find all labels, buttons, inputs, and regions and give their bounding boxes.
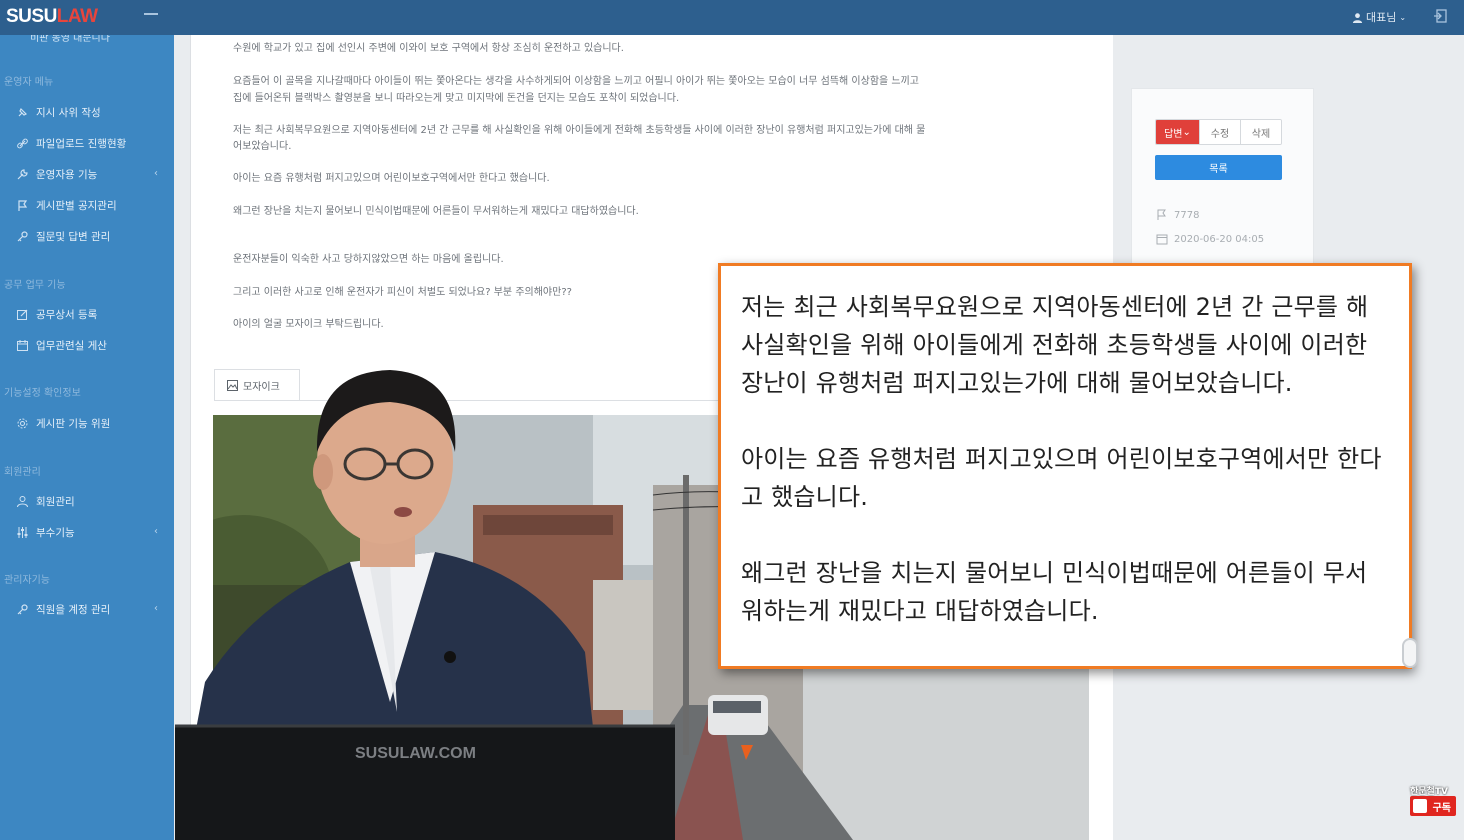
caption-callout: 저는 최근 사회복무요원으로 지역아동센터에 2년 간 근무를 해 사실확인을 … — [718, 263, 1418, 669]
wrench-icon — [16, 168, 29, 181]
post-text-line: 수원에 학교가 있고 집에 선인시 주변에 이와이 보호 구역에서 항상 조심히… — [233, 43, 624, 54]
sidebar-item-label: 게시판 기능 위원 — [36, 417, 111, 430]
sidebar-item-qna-management[interactable]: 질문및 답변 관리 — [16, 225, 166, 247]
edit-icon — [16, 308, 29, 321]
post-text-line: 그리고 이러한 사고로 인해 운전자가 피신이 처벌도 되었나요? 부분 주의해… — [233, 287, 572, 298]
gear-icon — [16, 417, 29, 430]
logo-text-law: LAW — [56, 6, 98, 27]
subscribe-badge[interactable]: 구독 — [1410, 796, 1456, 816]
sidebar-item-label: 게시판별 공지관리 — [36, 199, 117, 212]
logout-icon[interactable] — [1432, 8, 1448, 24]
answer-button-label: 답변 — [1164, 128, 1183, 140]
sidebar-item-calculation[interactable]: 업무관련실 게산 — [16, 334, 166, 356]
calendar-icon — [16, 339, 29, 352]
sidebar-section-title: 운영자 메뉴 — [4, 77, 54, 88]
sidebar-item-document-register[interactable]: 공무상서 등록 — [16, 303, 166, 325]
channel-watermark[interactable]: 한문철TV 구독 — [1404, 784, 1460, 820]
post-text-line: 요즘들어 이 골목을 지나갈때마다 아이들이 뛰는 쫓아온다는 생각을 사수하게… — [233, 76, 919, 87]
sidebar-section-title: 회원관리 — [4, 467, 41, 478]
post-text-line: 아이의 얼굴 모자이크 부탁드립니다. — [233, 319, 384, 330]
view-count: 7778 — [1156, 209, 1199, 221]
screen-root: SUSULAW 대표님 ⌄ 비판 동영 대문니다 운영자 메뉴 지시 사위 작성… — [0, 0, 1464, 840]
sidebar-item-board-notice[interactable]: 게시판별 공지관리 — [16, 194, 166, 216]
chevron-down-icon: ⌄ — [1399, 12, 1407, 22]
chevron-left-icon: ‹ — [154, 168, 158, 179]
key-icon — [16, 603, 29, 616]
sidebar-item-label: 부수기능 — [36, 526, 75, 539]
link-icon — [16, 137, 29, 150]
subscribe-label: 구독 — [1432, 802, 1451, 814]
post-action-button-group: 답변 ⌄ 수정 삭제 — [1155, 119, 1282, 145]
sidebar-item-label: 공무상서 등록 — [36, 308, 98, 321]
sidebar-item-upload-status[interactable]: 파일업로드 진행현황 — [16, 132, 166, 154]
sidebar-item-label: 운영자용 기능 — [36, 168, 98, 181]
sidebar-item-staff-accounts[interactable]: 직원을 계정 관리 ‹ — [16, 598, 166, 620]
flag-icon — [16, 199, 29, 212]
sidebar-item-operator-functions[interactable]: 운영자용 기능 ‹ — [16, 163, 166, 185]
sidebar-section-title: 기능설정 확인정보 — [4, 388, 81, 399]
chevron-left-icon: ‹ — [154, 526, 158, 537]
caption-paragraph: 아이는 요즘 유행처럼 퍼지고있으며 어린이보호구역에서만 한다고 했습니다. — [741, 445, 1382, 511]
pin-icon — [16, 106, 29, 119]
delete-button[interactable]: 삭제 — [1240, 120, 1281, 144]
post-text-line: 집에 들어온뒤 블랙박스 촬영분을 보니 따라오는게 맞고 미지막에 돈건을 던… — [233, 93, 680, 104]
sidebar-item-members[interactable]: 회원관리 — [16, 490, 166, 512]
presenter-image: SUSULAW.COM — [175, 352, 675, 840]
sidebar-item-label: 지시 사위 작성 — [36, 106, 101, 119]
post-text-line: 어보았습니다. — [233, 141, 292, 152]
post-date-value: 2020-06-20 04:05 — [1174, 233, 1265, 245]
sidebar-item-label: 회원관리 — [36, 495, 75, 508]
logo-text-susu: SUSU — [6, 6, 57, 27]
post-text-line: 운전자분들이 익숙한 사고 당하지않았으면 하는 마음에 올립니다. — [233, 254, 504, 265]
user-icon — [16, 495, 29, 508]
user-icon — [1352, 12, 1363, 23]
post-text-line: 아이는 요즘 유행처럼 퍼지고있으며 어린이보호구역에서만 한다고 했습니다. — [233, 173, 550, 184]
flag-icon — [1157, 209, 1166, 220]
sidebar-item-label: 질문및 답변 관리 — [36, 230, 111, 243]
sidebar-item-label: 업무관련실 게산 — [36, 339, 107, 352]
sidebar-item-special-functions[interactable]: 부수기능 ‹ — [16, 521, 166, 543]
site-logo[interactable]: SUSULAW — [6, 6, 98, 28]
check-icon — [1413, 799, 1427, 813]
post-text-line: 왜그런 장난을 치는지 물어보니 민식이법때문에 어른들이 무서워하는게 재밌다… — [233, 206, 639, 217]
sidebar-section-title: 관리자기능 — [4, 575, 50, 586]
user-menu[interactable]: 대표님 ⌄ — [1352, 9, 1406, 25]
top-navigation-bar: SUSULAW 대표님 ⌄ — [0, 0, 1464, 35]
sliders-icon — [16, 526, 29, 539]
left-sidebar: 비판 동영 대문니다 운영자 메뉴 지시 사위 작성 파일업로드 진행현황 운영… — [0, 33, 174, 840]
post-date: 2020-06-20 04:05 — [1156, 233, 1264, 245]
list-button[interactable]: 목록 — [1155, 155, 1282, 180]
presenter-illustration: SUSULAW.COM — [175, 370, 675, 840]
calendar-icon — [1156, 234, 1168, 245]
sidebar-toggle-button[interactable] — [144, 13, 158, 15]
post-text-line: 저는 최근 사회복무요원으로 지역아동센터에 2년 간 근무를 해 사실확인을 … — [233, 125, 926, 136]
answer-button[interactable]: 답변 ⌄ — [1156, 120, 1199, 144]
sidebar-item-board-settings[interactable]: 게시판 기능 위원 — [16, 412, 166, 434]
chevron-left-icon: ‹ — [154, 603, 158, 614]
key-icon — [16, 230, 29, 243]
sidebar-item-label: 직원을 계정 관리 — [36, 603, 111, 616]
scroll-handle[interactable] — [1402, 638, 1418, 668]
edit-button[interactable]: 수정 — [1199, 120, 1240, 144]
user-menu-label: 대표님 — [1366, 11, 1397, 24]
sidebar-section-title: 공무 업무 기능 — [4, 280, 66, 291]
caption-paragraph: 왜그런 장난을 치는지 물어보니 민식이법때문에 어른들이 무서워하는게 재밌다… — [741, 559, 1368, 625]
sidebar-item-admin-post[interactable]: 지시 사위 작성 — [16, 101, 166, 123]
caption-paragraph: 저는 최근 사회복무요원으로 지역아동센터에 2년 간 근무를 해 사실확인을 … — [741, 293, 1369, 397]
laptop-brand-text: SUSULAW.COM — [355, 745, 476, 762]
view-count-value: 7778 — [1174, 209, 1200, 221]
sidebar-item-label: 파일업로드 진행현황 — [36, 137, 127, 150]
